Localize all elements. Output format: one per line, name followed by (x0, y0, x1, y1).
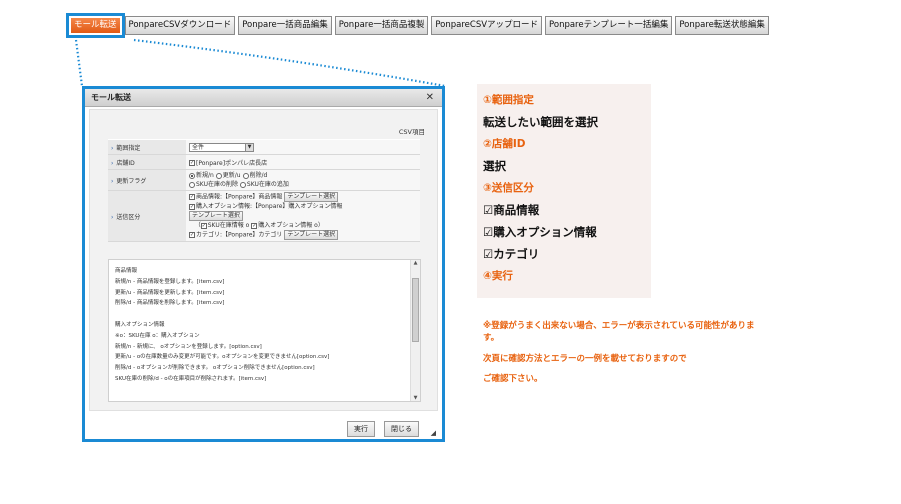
tab-bulk-copy[interactable]: Ponpare一括商品複製 (334, 16, 429, 35)
tab-csv-upload[interactable]: PonpareCSVアップロード (431, 16, 543, 35)
tab-csv-download[interactable]: PonpareCSVダウンロード (124, 16, 236, 35)
resize-handle-icon[interactable]: ◢ (431, 429, 436, 437)
chevron-right-icon: › (111, 213, 114, 221)
transfer-form: CSV項目 › 範囲指定 全件 ▼ › 店舗ID ✓ [Ponpare]ポンパレ店長店 … (89, 109, 438, 411)
scroll-thumb[interactable] (412, 278, 419, 342)
tab-bulk-edit[interactable]: Ponpare一括商品編集 (238, 16, 332, 35)
dialog-titlebar[interactable]: モール転送 ✕ (85, 89, 442, 107)
label-update-flag: 更新フラグ (116, 177, 147, 185)
help-textbox[interactable]: 商品情報 新規/n - 商品情報を登録します。[item.csv] 更新/u -… (108, 259, 421, 402)
radio-update[interactable] (215, 172, 222, 179)
category-checkbox[interactable]: ✓ (189, 232, 195, 238)
template-select-button[interactable]: テンプレート選択 (284, 230, 339, 240)
shop-checkbox[interactable]: ✓ (189, 160, 195, 166)
note-line-2: す。 (483, 332, 500, 343)
radio-new[interactable] (189, 172, 195, 179)
label-shop: 店舗ID (116, 159, 135, 167)
tab-transfer-status[interactable]: Ponpare転送状態編集 (675, 16, 769, 35)
tab-template-edit[interactable]: Ponpareテンプレート一括編集 (545, 16, 673, 35)
chevron-right-icon: › (111, 159, 114, 167)
close-icon[interactable]: ✕ (426, 89, 434, 107)
label-range: 範囲指定 (116, 144, 141, 152)
option-checkbox[interactable]: ✓ (189, 203, 195, 210)
scroll-down-icon[interactable]: ▼ (411, 395, 420, 401)
note-line-3: 次頁に確認方法とエラーの一例を載せておりますので (483, 354, 687, 364)
template-select-button[interactable]: テンプレート選択 (189, 211, 243, 221)
chevron-down-icon: ▼ (245, 143, 253, 151)
radio-sku-add[interactable] (239, 181, 246, 188)
help-scrollbar[interactable]: ▲ ▼ (410, 260, 420, 401)
step-send-category: ☑カテゴリ (483, 247, 540, 261)
dialog-title: モール転送 (91, 93, 131, 102)
step-send-product: ☑商品情報 (483, 203, 540, 217)
chevron-right-icon: › (111, 177, 114, 185)
scroll-up-icon[interactable]: ▲ (411, 260, 420, 266)
radio-sku-delete[interactable] (189, 181, 195, 188)
dialog-footer: 実行 閉じる (89, 415, 438, 439)
shop-name: [Ponpare]ポンパレ店長店 (196, 159, 268, 167)
label-send-type: 送信区分 (116, 213, 141, 221)
note-line-1: ※登録がうまく出来ない場合、エラーが表示されている可能性がありま (483, 321, 755, 331)
sku-checkbox[interactable]: ✓ (200, 222, 207, 229)
execute-button[interactable]: 実行 (347, 421, 375, 437)
note-line-4: ご確認下さい。 (483, 373, 543, 384)
instruction-panel: ①範囲指定 転送したい範囲を選択 ②店舗ID 選択 ③送信区分 ☑商品情報 ☑購… (477, 84, 651, 298)
sku-option-checkbox[interactable]: ✓ (251, 222, 258, 229)
csv-items-label: CSV項目 (398, 128, 425, 136)
chevron-right-icon: › (111, 144, 114, 152)
step-send-heading: ③送信区分 (483, 182, 534, 194)
step-shop-text: 選択 (483, 159, 506, 173)
template-select-button[interactable]: テンプレート選択 (284, 192, 339, 202)
radio-delete[interactable] (242, 172, 249, 179)
step-range-text: 転送したい範囲を選択 (483, 115, 598, 129)
step-execute-heading: ④実行 (483, 270, 513, 282)
step-range-heading: ①範囲指定 (483, 94, 534, 106)
mall-toolbar: モール転送 PonpareCSVダウンロード Ponpare一括商品編集 Pon… (66, 13, 769, 38)
settings-table: › 範囲指定 全件 ▼ › 店舗ID ✓ [Ponpare]ポンパレ店長店 › 更新フラグ… (108, 139, 420, 242)
step-shop-heading: ②店舗ID (483, 138, 526, 150)
step-send-option: ☑購入オプション情報 (483, 225, 597, 239)
tab-mall-transfer[interactable]: モール転送 (66, 13, 125, 38)
error-note: ※登録がうまく出来ない場合、エラーが表示されている可能性がありま す。 次頁に確… (483, 321, 883, 394)
close-button[interactable]: 閉じる (384, 421, 419, 437)
mall-transfer-dialog: モール転送 ✕ CSV項目 › 範囲指定 全件 ▼ › 店舗ID ✓ [Ponpare]… (82, 86, 445, 442)
range-select[interactable]: 全件 ▼ (189, 142, 254, 152)
product-checkbox[interactable]: ✓ (189, 194, 195, 200)
